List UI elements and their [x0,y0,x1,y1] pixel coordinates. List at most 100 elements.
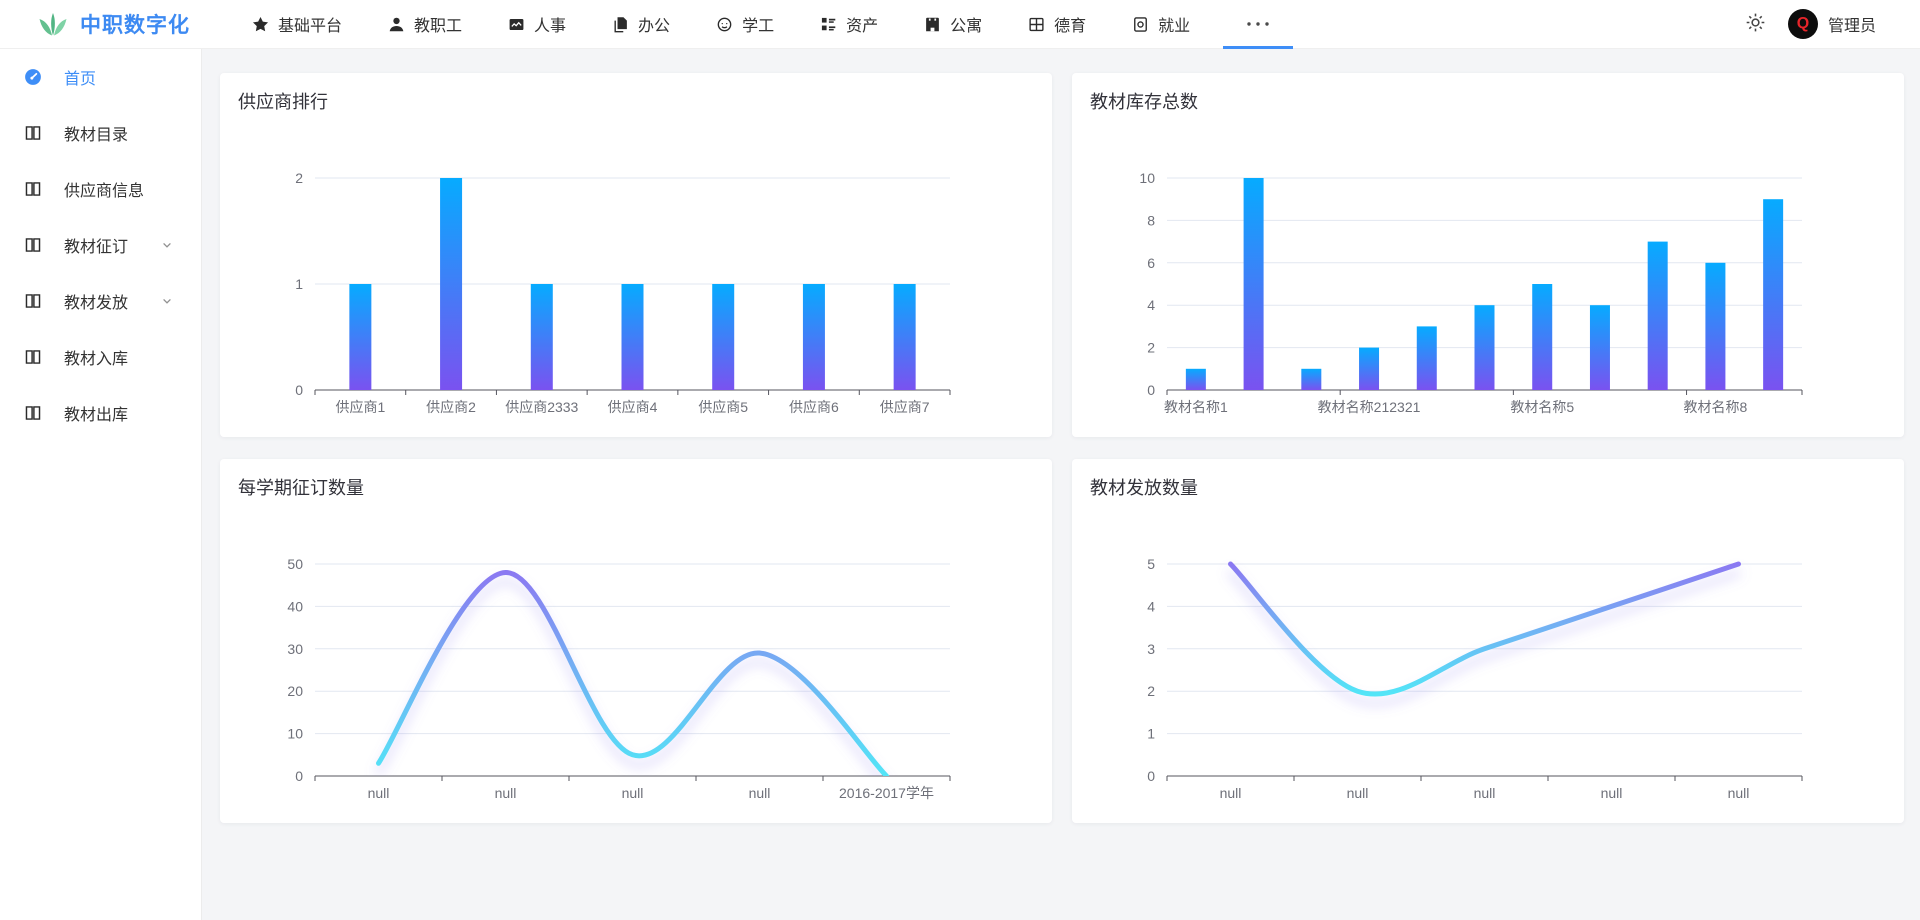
svg-text:2: 2 [295,170,303,186]
settings-button[interactable] [1741,8,1770,40]
more-icon [1245,20,1271,28]
svg-text:0: 0 [1147,382,1155,398]
idcard-icon [508,16,525,33]
nav-item-label: 基础平台 [278,12,342,36]
building-icon [924,16,941,33]
svg-text:4: 4 [1147,598,1155,614]
nav-item-moral-education[interactable]: 德育 [1005,0,1109,49]
card-inventory-total: 教材库存总数 0246810教材名称1教材名称212321教材名称5教材名称8 [1072,73,1904,437]
nav-right: Q 管理员 [1741,8,1876,40]
nav-item-label: 就业 [1158,12,1190,36]
svg-text:3: 3 [1147,641,1155,657]
nav-item-hr[interactable]: 人事 [485,0,589,49]
gear-icon [1745,12,1766,36]
svg-text:8: 8 [1147,212,1155,228]
svg-text:null: null [749,785,771,801]
nav-item-student-affairs[interactable]: 学工 [693,0,797,49]
sidebar-item-textbook-outbound[interactable]: 教材出库 [0,385,201,441]
card-supplier-ranking: 供应商排行 012供应商1供应商2供应商2333供应商4供应商5供应商6供应商7 [220,73,1052,437]
nav-item-label: 公寓 [950,12,982,36]
book-icon [24,292,42,310]
svg-text:2: 2 [1147,683,1155,699]
brand[interactable]: 中职数字化 [37,9,207,39]
svg-text:0: 0 [295,382,303,398]
svg-text:null: null [1347,785,1369,801]
nav-item-base-platform[interactable]: 基础平台 [229,0,365,49]
user-name: 管理员 [1828,12,1876,36]
nav-item-employment[interactable]: 就业 [1109,0,1213,49]
nav-item-label: 教职工 [414,12,462,36]
sidebar-item-label: 教材出库 [64,401,128,425]
svg-text:2016-2017学年: 2016-2017学年 [839,785,934,801]
chevron-down-icon [161,295,173,307]
sidebar-item-textbook-subscription[interactable]: 教材征订 [0,217,201,273]
sidebar-item-home[interactable]: 首页 [0,49,201,105]
chart-title-semester-orders: 每学期征订数量 [238,474,364,500]
svg-text:供应商1: 供应商1 [335,399,385,415]
svg-text:30: 30 [287,641,303,657]
svg-text:教材名称1: 教材名称1 [1164,399,1228,415]
grid-icon [1028,16,1045,33]
chart-canvas-distribution-qty: 012345nullnullnullnullnull [1072,459,1904,823]
svg-text:供应商6: 供应商6 [789,399,839,415]
svg-text:1: 1 [1147,726,1155,742]
sidebar-item-label: 教材入库 [64,345,128,369]
sidebar-item-label: 教材目录 [64,121,128,145]
nav-item-faculty[interactable]: 教职工 [365,0,485,49]
chart-canvas-semester-orders: 01020304050nullnullnullnull2016-2017学年 [220,459,1052,823]
sidebar-item-textbook-distribution[interactable]: 教材发放 [0,273,201,329]
nav-item-label: 资产 [846,12,878,36]
nav-item-more[interactable] [1213,0,1303,49]
svg-text:教材名称8: 教材名称8 [1684,399,1748,415]
nav-item-office[interactable]: 办公 [589,0,693,49]
svg-text:null: null [1601,785,1623,801]
main-content: 供应商排行 012供应商1供应商2供应商2333供应商4供应商5供应商6供应商7… [203,49,1920,920]
nav-menu: 基础平台 教职工 人事办公学工 资产 公寓德育 就业 [229,0,1303,49]
chart-title-distribution-qty: 教材发放数量 [1090,474,1198,500]
face-icon [716,16,733,33]
sidebar: 首页教材目录供应商信息教材征订教材发放教材入库教材出库 [0,49,202,920]
chevron-down-icon [161,239,173,251]
svg-text:null: null [368,785,390,801]
svg-text:40: 40 [287,598,303,614]
nav-item-label: 人事 [534,12,566,36]
chart-canvas-supplier-ranking: 012供应商1供应商2供应商2333供应商4供应商5供应商6供应商7 [220,73,1052,437]
book-icon [24,180,42,198]
sidebar-item-label: 教材发放 [64,289,128,313]
svg-text:供应商2333: 供应商2333 [505,399,578,415]
brand-title: 中职数字化 [80,9,190,39]
sidebar-item-label: 教材征订 [64,233,128,257]
doc-icon [1132,16,1149,33]
svg-text:4: 4 [1147,297,1155,313]
chart-title-inventory-total: 教材库存总数 [1090,88,1198,114]
user-menu[interactable]: Q 管理员 [1788,9,1876,39]
nav-item-assets[interactable]: 资产 [797,0,901,49]
card-distribution-qty: 教材发放数量 012345nullnullnullnullnull [1072,459,1904,823]
avatar: Q [1788,9,1818,39]
logo-icon [37,11,69,38]
svg-text:0: 0 [295,768,303,784]
svg-text:2: 2 [1147,340,1155,356]
book-icon [24,124,42,142]
sidebar-item-textbook-catalog[interactable]: 教材目录 [0,105,201,161]
sidebar-item-textbook-inbound[interactable]: 教材入库 [0,329,201,385]
svg-text:10: 10 [287,726,303,742]
sidebar-item-supplier-info[interactable]: 供应商信息 [0,161,201,217]
svg-text:null: null [622,785,644,801]
svg-text:1: 1 [295,276,303,292]
copy-icon [612,16,629,33]
person-icon [388,16,405,33]
book-icon [24,348,42,366]
svg-text:教材名称5: 教材名称5 [1510,399,1574,415]
chart-canvas-inventory-total: 0246810教材名称1教材名称212321教材名称5教材名称8 [1072,73,1904,437]
svg-text:null: null [495,785,517,801]
svg-text:null: null [1728,785,1750,801]
svg-text:教材名称212321: 教材名称212321 [1318,399,1421,415]
top-nav: 中职数字化 基础平台 教职工 人事办公学工 资产 公寓德育 就业 Q 管理员 [0,0,1920,49]
svg-text:供应商2: 供应商2 [426,399,476,415]
nav-item-apartment[interactable]: 公寓 [901,0,1005,49]
svg-text:6: 6 [1147,255,1155,271]
book-icon [24,236,42,254]
svg-text:null: null [1220,785,1242,801]
svg-text:20: 20 [287,683,303,699]
